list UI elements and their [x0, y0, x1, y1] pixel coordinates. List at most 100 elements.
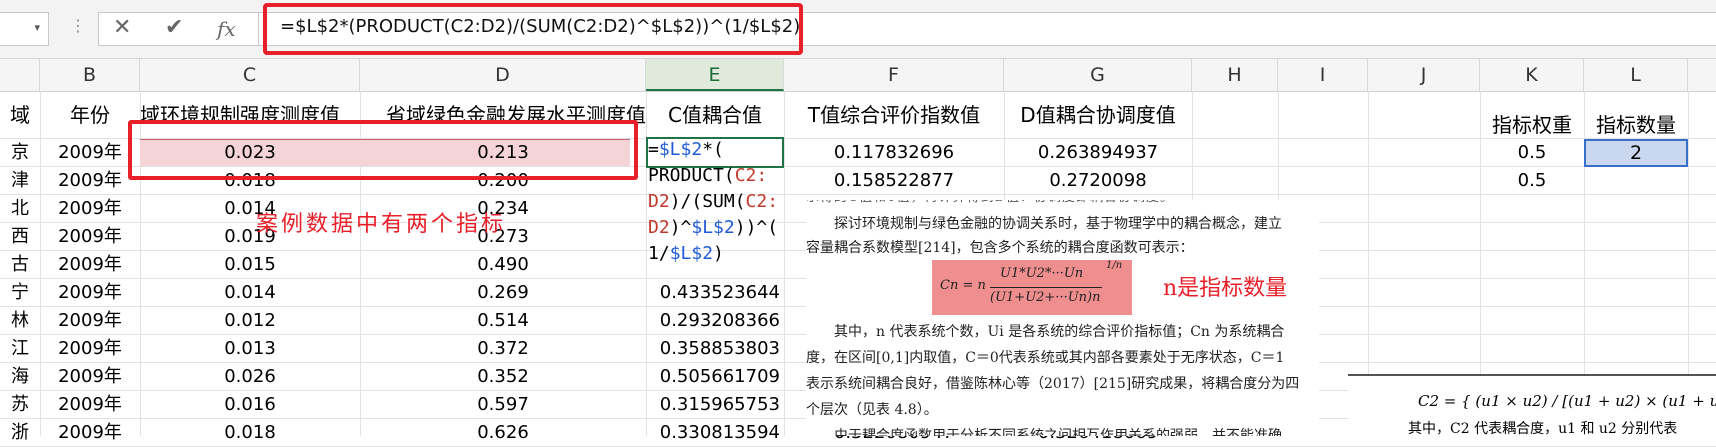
- cell-d[interactable]: 0.626: [360, 419, 646, 447]
- formula-segment: $L$2: [691, 217, 735, 238]
- column-header-l[interactable]: L: [1584, 59, 1688, 91]
- cell-b[interactable]: 2009年: [40, 391, 140, 419]
- column-header-d[interactable]: D: [360, 59, 646, 91]
- cell-d[interactable]: 0.597: [360, 391, 646, 419]
- column-header-i[interactable]: I: [1278, 59, 1368, 91]
- header-year[interactable]: 年份: [40, 91, 140, 139]
- cell-e[interactable]: 0.433523644: [646, 279, 784, 307]
- cell-k[interactable]: [1480, 307, 1584, 335]
- formula-segment: 1/: [648, 243, 670, 264]
- cell-d[interactable]: 0.372: [360, 335, 646, 363]
- cell-k[interactable]: [1480, 251, 1584, 279]
- cell-k[interactable]: [1480, 279, 1584, 307]
- formula-segment: )/(SUM(: [669, 191, 746, 212]
- cell-k[interactable]: [1480, 223, 1584, 251]
- formula-segment: $L$2: [658, 139, 703, 160]
- column-header-h[interactable]: H: [1192, 59, 1278, 91]
- cell-c[interactable]: 0.026: [140, 363, 360, 391]
- cell-d[interactable]: 0.490: [360, 251, 646, 279]
- cell-e[interactable]: 0.505661709: [646, 363, 784, 391]
- formula-segment: $L$2: [669, 243, 714, 264]
- cell-a[interactable]: 古: [0, 251, 40, 279]
- cell-e[interactable]: 0.293208366: [646, 307, 784, 335]
- name-box[interactable]: ▾: [0, 12, 49, 46]
- column-header-g[interactable]: G: [1004, 59, 1192, 91]
- header-d-value[interactable]: D值耦合协调度值: [1004, 91, 1192, 139]
- formula-text[interactable]: =$L$2*(PRODUCT(C2:D2)/(SUM(C2:D2)^$L$2))…: [280, 16, 800, 37]
- cell-a[interactable]: 北: [0, 195, 40, 223]
- cell-b[interactable]: 2009年: [40, 307, 140, 335]
- cell-b[interactable]: 2009年: [40, 251, 140, 279]
- cell-a[interactable]: 宁: [0, 279, 40, 307]
- paper-top-line: 求得的C值和T值，再计算得到D值：协调度即耦合协调度。: [806, 200, 1319, 210]
- cell-k[interactable]: [1480, 195, 1584, 223]
- formula-bar-grip-icon[interactable]: ⋮: [70, 16, 86, 35]
- paper2-formula: C2 = { (u1 × u2) / [(u1 + u2) × (u1 + u2…: [1418, 392, 1716, 410]
- paper-line: 度，在区间[0,1]内取值，C＝0代表系统或其内部各要素处于无序状态，C＝1: [806, 350, 1285, 366]
- column-header-j[interactable]: J: [1368, 59, 1480, 91]
- annotation-n-is-count: n是指标数量: [1163, 276, 1288, 301]
- paper2-text: 其中，C2 代表耦合度，u1 和 u2 分别代表: [1408, 421, 1678, 437]
- paper-line: 容量耦合系数模型[214]，包含多个系统的耦合度函数可表示：: [806, 240, 1194, 256]
- cell-a[interactable]: 京: [0, 139, 40, 167]
- formula-segment: D2: [648, 217, 670, 238]
- cell-k[interactable]: [1480, 335, 1584, 363]
- cell-a[interactable]: 西: [0, 223, 40, 251]
- cell-f[interactable]: 0.158522877: [784, 167, 1004, 195]
- cell-c[interactable]: 0.015: [140, 251, 360, 279]
- formula-segment: =: [648, 139, 659, 160]
- cell-c[interactable]: 0.016: [140, 391, 360, 419]
- paper-excerpt-image: 求得的C值和T值，再计算得到D值：协调度即耦合协调度。 探讨环境规制与绿色金融的…: [806, 200, 1319, 436]
- cell-a[interactable]: 海: [0, 363, 40, 391]
- insert-function-icon[interactable]: fx: [217, 17, 236, 41]
- paper-line: 表示系统间耦合良好，借鉴陈林心等（2017）[215]研究成果，将耦合度分为四: [806, 376, 1300, 392]
- header-t-value[interactable]: T值综合评价指数值: [784, 91, 1004, 139]
- cell-k[interactable]: 0.5: [1480, 139, 1584, 167]
- header-c-value[interactable]: C值耦合值: [646, 91, 784, 139]
- cell-e[interactable]: 0.315965753: [646, 391, 784, 419]
- cell-a[interactable]: 浙: [0, 419, 40, 447]
- cell-c[interactable]: 0.012: [140, 307, 360, 335]
- cell-l2-indicator-count[interactable]: 2: [1584, 139, 1688, 167]
- cell-b[interactable]: 2009年: [40, 223, 140, 251]
- cell-d[interactable]: 0.352: [360, 363, 646, 391]
- cell-k[interactable]: 0.5: [1480, 167, 1584, 195]
- enter-check-icon[interactable]: ✔: [165, 15, 183, 40]
- column-header-b[interactable]: B: [40, 59, 140, 91]
- cell-b[interactable]: 2009年: [40, 279, 140, 307]
- cell-a[interactable]: 津: [0, 167, 40, 195]
- cell-c[interactable]: 0.013: [140, 335, 360, 363]
- formula-segment: C2:: [745, 191, 779, 212]
- paper-line: 探讨环境规制与绿色金融的协调关系时，基于物理学中的耦合概念，建立: [806, 216, 1282, 232]
- column-header-a[interactable]: [0, 59, 40, 91]
- header-region[interactable]: 域: [0, 91, 40, 139]
- cell-e[interactable]: 0.330813594: [646, 419, 784, 447]
- annotation-two-indicators: 案例数据中有两个指标: [256, 212, 507, 237]
- paper-excerpt-image-2: C2 = { (u1 × u2) / [(u1 + u2) × (u1 + u2…: [1348, 374, 1716, 438]
- cell-e[interactable]: 0.358853803: [646, 335, 784, 363]
- column-header-f[interactable]: F: [784, 59, 1004, 91]
- cancel-icon[interactable]: ✕: [113, 15, 131, 40]
- cell-a[interactable]: 林: [0, 307, 40, 335]
- cell-b[interactable]: 2009年: [40, 363, 140, 391]
- cell-a[interactable]: 江: [0, 335, 40, 363]
- chevron-down-icon[interactable]: ▾: [34, 21, 40, 34]
- column-header-e[interactable]: E: [646, 59, 784, 91]
- cell-g[interactable]: 0.2720098: [1004, 167, 1192, 195]
- formula-lhs: Cn = n: [940, 278, 986, 293]
- cell-c[interactable]: 0.018: [140, 419, 360, 447]
- formula-denominator: (U1+U2+···Un)n: [990, 290, 1101, 305]
- column-header-c[interactable]: C: [140, 59, 360, 91]
- cell-b[interactable]: 2009年: [40, 139, 140, 167]
- cell-b[interactable]: 2009年: [40, 195, 140, 223]
- column-header-k[interactable]: K: [1480, 59, 1584, 91]
- cell-b[interactable]: 2009年: [40, 167, 140, 195]
- cell-b[interactable]: 2009年: [40, 335, 140, 363]
- cell-c[interactable]: 0.014: [140, 279, 360, 307]
- cell-f[interactable]: 0.117832696: [784, 139, 1004, 167]
- cell-d[interactable]: 0.514: [360, 307, 646, 335]
- cell-b[interactable]: 2009年: [40, 419, 140, 447]
- cell-d[interactable]: 0.269: [360, 279, 646, 307]
- cell-g[interactable]: 0.263894937: [1004, 139, 1192, 167]
- cell-a[interactable]: 苏: [0, 391, 40, 419]
